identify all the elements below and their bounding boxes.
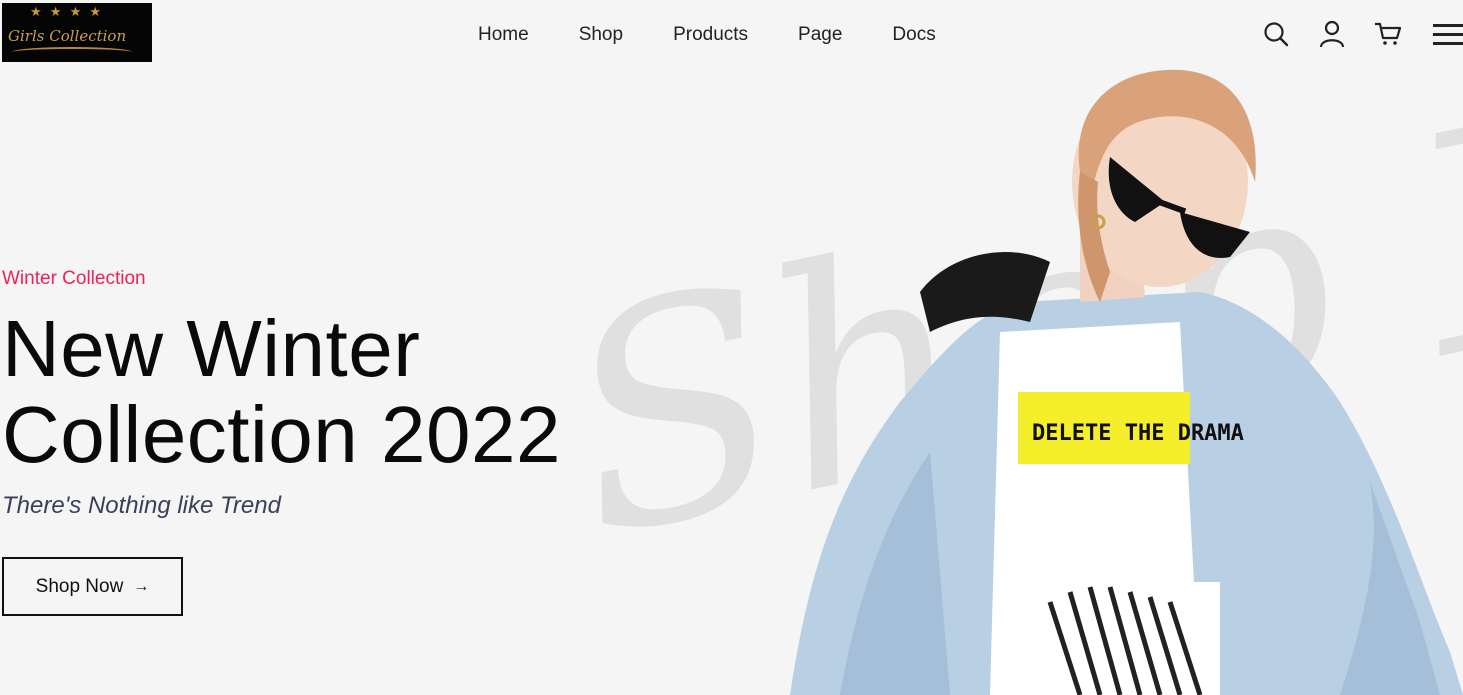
user-icon[interactable]: [1317, 19, 1347, 49]
brand-logo[interactable]: ★ ★ ★ ★ Girls Collection: [2, 3, 152, 62]
nav-docs[interactable]: Docs: [892, 24, 935, 46]
nav-page[interactable]: Page: [798, 24, 842, 46]
hero-section: Winter Collection New Winter Collection …: [2, 268, 561, 520]
hero-tagline: There's Nothing like Trend: [2, 492, 281, 519]
hero-title: New Winter Collection 2022: [2, 306, 561, 478]
cart-icon[interactable]: [1373, 19, 1403, 49]
nav-shop[interactable]: Shop: [579, 24, 623, 46]
shop-now-button[interactable]: Shop Now →: [2, 557, 183, 616]
hamburger-menu-icon[interactable]: [1433, 19, 1463, 49]
shirt-print-text: DELETE THE DRAMA: [1032, 421, 1244, 446]
hero-eyebrow: Winter Collection: [2, 268, 146, 289]
logo-text: Girls Collection: [8, 27, 127, 45]
hero-title-line-1: New Winter: [2, 304, 421, 393]
hero-model-image: DELETE THE DRAMA: [790, 69, 1463, 695]
arrow-right-icon: →: [133, 577, 150, 595]
hero-title-line-2: Collection 2022: [2, 390, 561, 479]
logo-swoosh: [12, 47, 132, 57]
striped-skirt: [1040, 582, 1220, 695]
nav-products[interactable]: Products: [673, 24, 748, 46]
main-nav: Home Shop Products Page Docs: [478, 24, 936, 46]
nav-home[interactable]: Home: [478, 24, 529, 46]
logo-stars: ★ ★ ★ ★: [30, 5, 104, 20]
shop-now-label: Shop Now: [35, 575, 124, 597]
search-icon[interactable]: [1261, 19, 1291, 49]
header-icons: [1261, 19, 1463, 49]
